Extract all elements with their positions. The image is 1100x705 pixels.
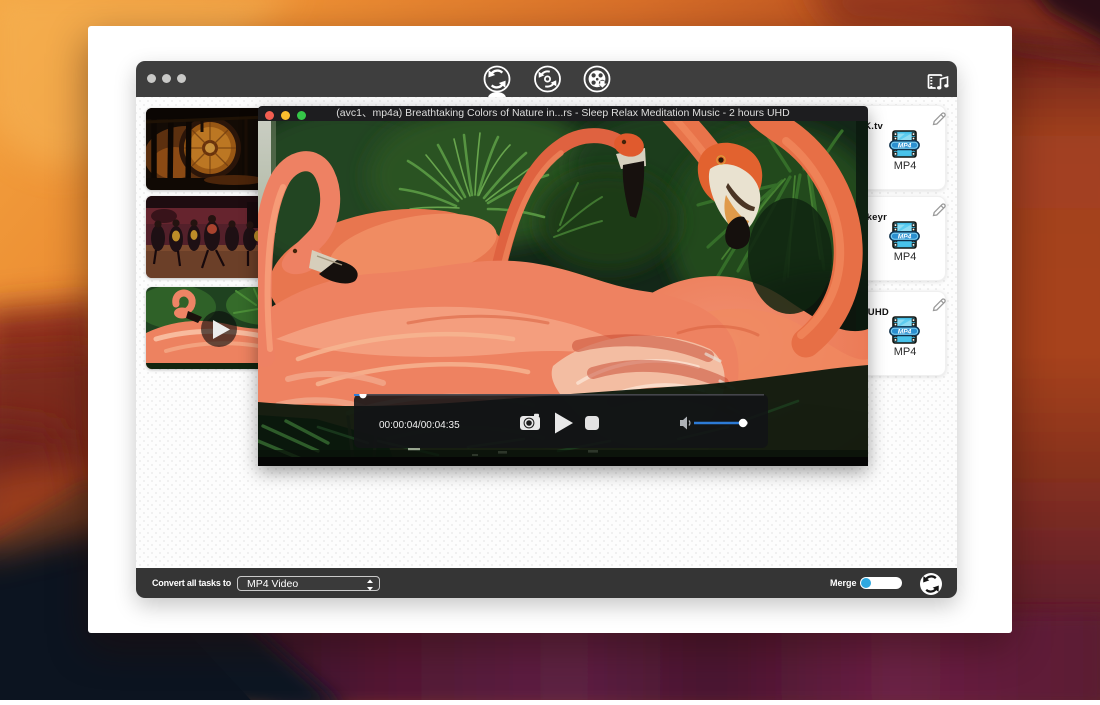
svg-text:MP4: MP4: [898, 329, 912, 336]
svg-text:MP4: MP4: [898, 234, 912, 241]
svg-text:MP4: MP4: [898, 143, 912, 150]
